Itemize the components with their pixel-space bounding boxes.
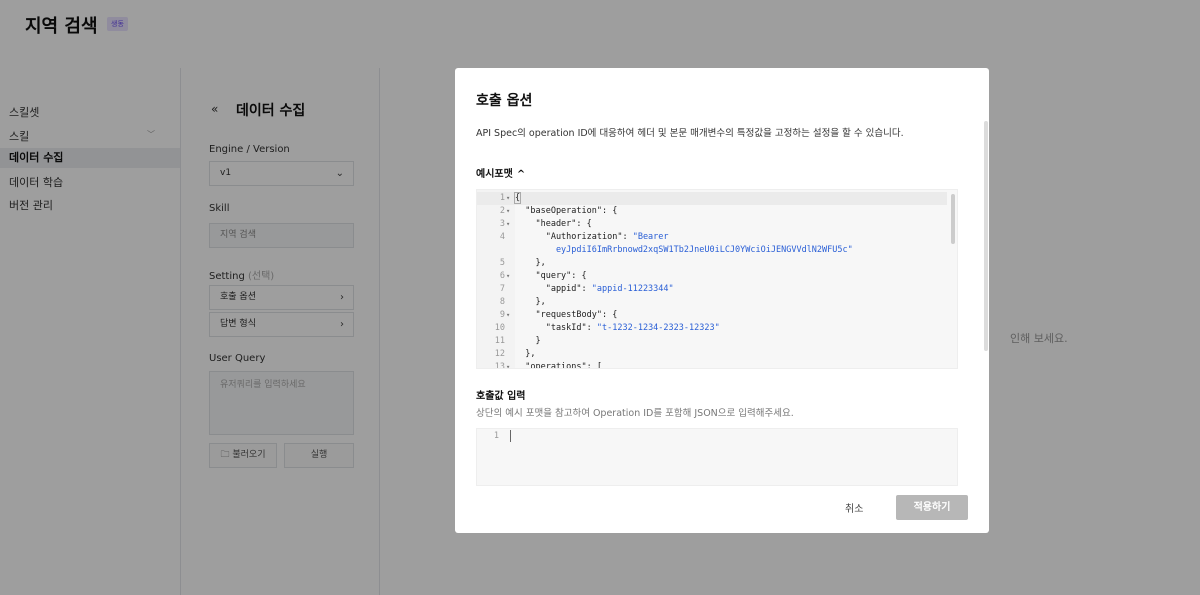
code-line: 9 ▾ "requestBody": {	[477, 309, 947, 322]
code-token: "requestBody": {	[515, 310, 618, 320]
fold-arrow-icon[interactable]: ▾	[506, 218, 510, 231]
line-number: 1	[493, 431, 499, 441]
line-number: 5	[499, 258, 505, 268]
code-text: "header": {	[515, 218, 592, 231]
example-format-title: 예시포맷	[476, 169, 513, 180]
line-number: 1	[499, 193, 505, 203]
code-text: "operations": [	[515, 361, 602, 369]
line-number: 4	[499, 232, 505, 242]
code-text: "appid": "appid-11223344"	[515, 283, 674, 296]
line-number: 6	[499, 271, 505, 281]
code-string: eyJpdiI6ImRrbnowd2xqSW1Tb2JneU0iLCJ0YWci…	[515, 245, 853, 255]
code-text: {	[513, 192, 522, 205]
code-text: "requestBody": {	[515, 309, 617, 322]
code-text: eyJpdiI6ImRrbnowd2xqSW1Tb2JneU0iLCJ0YWci…	[515, 244, 853, 257]
code-token: },	[515, 349, 536, 359]
code-token: }	[515, 336, 541, 346]
code-line: 4 "Authorization": "Bearer	[477, 231, 947, 244]
code-line: eyJpdiI6ImRrbnowd2xqSW1Tb2JneU0iLCJ0YWci…	[477, 244, 947, 257]
example-code-viewer[interactable]: 1 ▾{2 ▾ "baseOperation": {3 ▾ "header": {4 …	[476, 189, 958, 369]
code-text: "taskId": "t-1232-1234-2323-12323"	[515, 322, 720, 335]
code-line: 6 ▾ "query": {	[477, 270, 947, 283]
code-text: },	[515, 296, 546, 309]
code-string: "t-1232-1234-2323-12323"	[596, 323, 720, 333]
fold-arrow-icon[interactable]: ▾	[506, 361, 510, 368]
code-string: "Bearer	[632, 232, 669, 242]
line-number: 2	[499, 206, 505, 216]
code-text: },	[515, 348, 535, 361]
example-format-toggle[interactable]: 예시포맷 ^	[476, 165, 525, 180]
code-token: "baseOperation": {	[515, 206, 618, 216]
code-token: },	[515, 258, 546, 268]
json-input-editor[interactable]: 1	[476, 428, 958, 486]
call-options-modal: 호출 옵션 API Spec의 operation ID에 대응하여 헤더 및 …	[455, 68, 989, 533]
modal-title: 호출 옵션	[476, 93, 533, 109]
line-number: 10	[494, 323, 505, 333]
code-token: {	[513, 192, 522, 204]
modal-description: API Spec의 operation ID에 대응하여 헤더 및 본문 매개변…	[476, 128, 904, 139]
code-line: 3 ▾ "header": {	[477, 218, 947, 231]
code-key: "taskId":	[515, 323, 597, 333]
line-number: 11	[494, 336, 505, 346]
code-text: "Authorization": "Bearer	[515, 231, 669, 244]
line-number: 12	[494, 349, 505, 359]
line-number: 3	[499, 219, 505, 229]
code-string: "appid-11223344"	[591, 284, 674, 294]
code-line: 12 },	[477, 348, 947, 361]
fold-arrow-icon[interactable]: ▾	[506, 309, 510, 322]
text-caret	[510, 430, 511, 442]
line-number: 13	[494, 362, 505, 369]
code-line: 1 ▾{	[477, 192, 947, 205]
input-title: 호출값 입력	[476, 391, 526, 402]
code-text: }	[515, 335, 541, 348]
code-scrollbar[interactable]	[951, 194, 955, 244]
code-line: 13 ▾ "operations": [	[477, 361, 947, 369]
code-line: 11 }	[477, 335, 947, 348]
line-number: 7	[499, 284, 505, 294]
apply-button[interactable]: 적용하기	[896, 495, 968, 520]
modal-scrollbar[interactable]	[984, 121, 988, 351]
code-line: 10 "taskId": "t-1232-1234-2323-12323"	[477, 322, 947, 335]
code-line: 7 "appid": "appid-11223344"	[477, 283, 947, 296]
code-text: "query": {	[515, 270, 587, 283]
code-line: 5 },	[477, 257, 947, 270]
line-number: 9	[499, 310, 505, 320]
code-text: },	[515, 257, 546, 270]
code-token: "query": {	[515, 271, 587, 281]
code-token: "header": {	[515, 219, 592, 229]
code-key: "appid":	[515, 284, 592, 294]
code-line: 2 ▾ "baseOperation": {	[477, 205, 947, 218]
code-token: },	[515, 297, 546, 307]
input-description: 상단의 예시 포맷을 참고하여 Operation ID를 포함해 JSON으로…	[476, 408, 794, 419]
fold-arrow-icon[interactable]: ▾	[506, 192, 510, 205]
fold-arrow-icon[interactable]: ▾	[506, 205, 510, 218]
code-key: "Authorization":	[515, 232, 633, 242]
code-token: "operations": [	[515, 362, 602, 369]
cancel-button[interactable]: 취소	[845, 500, 863, 515]
fold-arrow-icon[interactable]: ▾	[506, 270, 510, 283]
chevron-up-icon: ^	[516, 169, 526, 180]
code-text: "baseOperation": {	[515, 205, 617, 218]
code-line: 8 },	[477, 296, 947, 309]
line-number: 8	[499, 297, 505, 307]
